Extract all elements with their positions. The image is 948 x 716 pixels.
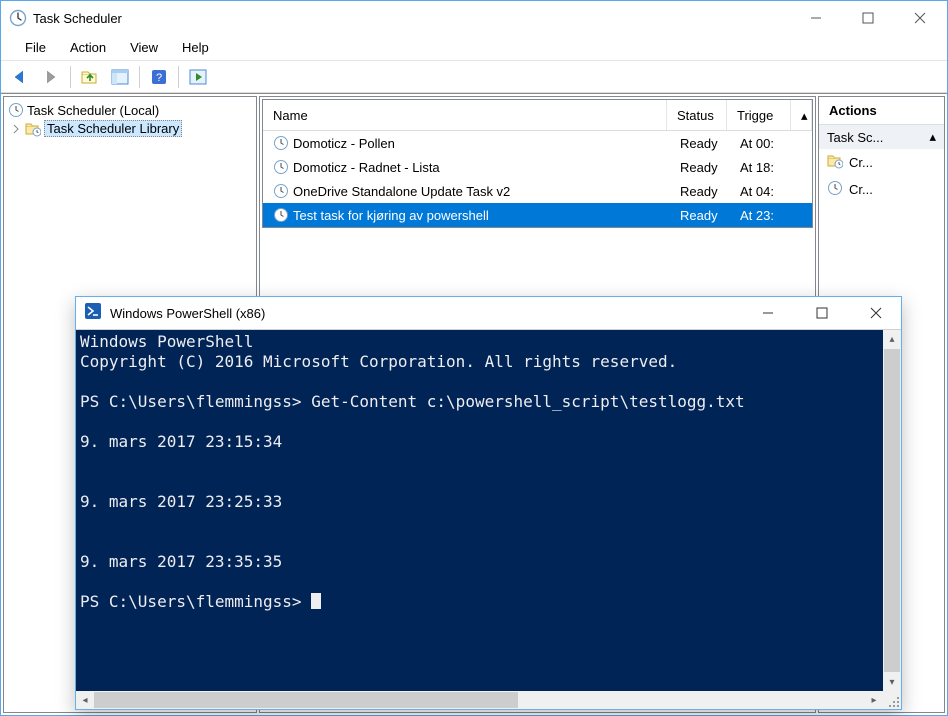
task-trigger: At 23:: [730, 206, 812, 225]
ps-close-button[interactable]: [853, 298, 899, 328]
show-hide-tree-button[interactable]: [106, 64, 134, 90]
toolbar-separator: [70, 66, 71, 88]
resize-grip-icon[interactable]: [883, 691, 901, 709]
toolbar-separator: [178, 66, 179, 88]
folder-clock-icon: [25, 121, 41, 137]
task-name: Domoticz - Pollen: [293, 136, 395, 151]
menu-action[interactable]: Action: [60, 38, 116, 57]
actions-header: Actions: [819, 97, 944, 125]
col-trigger[interactable]: Trigge: [727, 100, 791, 130]
task-name: OneDrive Standalone Update Task v2: [293, 184, 510, 199]
task-table-header: Name Status Trigge ▴: [263, 100, 812, 131]
task-row[interactable]: Domoticz - Radnet - Lista ReadyAt 18:: [263, 155, 812, 179]
tree-root-label: Task Scheduler (Local): [27, 103, 159, 118]
task-status: Ready: [670, 182, 730, 201]
clock-icon: [273, 135, 289, 151]
window-title: Task Scheduler: [33, 11, 787, 26]
task-row[interactable]: Test task for kjøring av powershell Ready…: [263, 203, 812, 227]
minimize-button[interactable]: [793, 3, 839, 33]
tree-root[interactable]: Task Scheduler (Local): [6, 101, 254, 119]
task-trigger: At 04:: [730, 182, 812, 201]
task-name: Test task for kjøring av powershell: [293, 208, 489, 223]
ps-maximize-button[interactable]: [799, 298, 845, 328]
tree-library-label: Task Scheduler Library: [44, 120, 182, 137]
clock-icon: [8, 102, 24, 118]
task-rows: Domoticz - PollenReadyAt 00:Domoticz - R…: [263, 131, 812, 227]
maximize-button[interactable]: [845, 3, 891, 33]
task-name: Domoticz - Radnet - Lista: [293, 160, 440, 175]
scroll-down-icon[interactable]: ▾: [883, 673, 901, 691]
col-status[interactable]: Status: [667, 100, 727, 130]
help-button[interactable]: ?: [145, 64, 173, 90]
action-item[interactable]: Cr...: [819, 176, 944, 203]
toolbar: ?: [1, 61, 947, 93]
up-level-button[interactable]: [76, 64, 104, 90]
toolbar-separator: [139, 66, 140, 88]
clock-icon: [273, 207, 289, 223]
action-icon: [827, 180, 843, 199]
task-status: Ready: [670, 158, 730, 177]
actions-group-label: Task Sc...: [827, 130, 883, 145]
scroll-up-icon[interactable]: ▴: [883, 330, 901, 348]
titlebar: Task Scheduler: [1, 1, 947, 35]
cursor: [311, 593, 321, 609]
scroll-thumb[interactable]: [884, 349, 900, 672]
menubar: File Action View Help: [1, 35, 947, 61]
actions-group-header[interactable]: Task Sc... ▴: [819, 125, 944, 149]
menu-help[interactable]: Help: [172, 38, 219, 57]
ps-terminal[interactable]: Windows PowerShell Copyright (C) 2016 Mi…: [76, 330, 883, 691]
ps-minimize-button[interactable]: [745, 298, 791, 328]
scroll-right-icon[interactable]: ▸: [865, 691, 883, 709]
clock-icon: [273, 183, 289, 199]
app-icon-clock: [9, 9, 27, 27]
powershell-window: Windows PowerShell (x86) Windows PowerSh…: [75, 296, 902, 710]
scroll-left-icon[interactable]: ◂: [76, 691, 94, 709]
task-status: Ready: [670, 206, 730, 225]
chevron-right-icon[interactable]: [10, 123, 22, 135]
back-button[interactable]: [7, 64, 35, 90]
menu-file[interactable]: File: [15, 38, 56, 57]
hscroll-track[interactable]: [94, 692, 865, 708]
ps-vertical-scrollbar[interactable]: ▴ ▾: [883, 330, 901, 691]
action-label: Cr...: [849, 155, 873, 170]
task-row[interactable]: OneDrive Standalone Update Task v2 ReadyA…: [263, 179, 812, 203]
task-trigger: At 18:: [730, 158, 812, 177]
action-item[interactable]: Cr...: [819, 149, 944, 176]
run-button[interactable]: [184, 64, 212, 90]
close-button[interactable]: [897, 3, 943, 33]
hscroll-thumb[interactable]: [94, 692, 518, 708]
clock-icon: [273, 159, 289, 175]
collapse-icon[interactable]: ▴: [929, 129, 936, 145]
action-icon: [827, 153, 843, 172]
action-label: Cr...: [849, 182, 873, 197]
menu-view[interactable]: View: [120, 38, 168, 57]
powershell-icon: [84, 302, 102, 325]
col-name[interactable]: Name: [263, 100, 667, 130]
task-status: Ready: [670, 134, 730, 153]
ps-horizontal-scrollbar[interactable]: ◂ ▸: [76, 691, 901, 709]
task-row[interactable]: Domoticz - Pollen ReadyAt 00:: [263, 131, 812, 155]
ps-window-title: Windows PowerShell (x86): [110, 306, 737, 321]
svg-text:?: ?: [156, 72, 162, 84]
tree-library[interactable]: Task Scheduler Library: [6, 119, 254, 138]
forward-button[interactable]: [37, 64, 65, 90]
task-table: Name Status Trigge ▴ Domoticz - Pollen Re…: [262, 99, 813, 228]
ps-titlebar: Windows PowerShell (x86): [76, 297, 901, 329]
scroll-up-button[interactable]: ▴: [791, 100, 812, 130]
task-trigger: At 00:: [730, 134, 812, 153]
